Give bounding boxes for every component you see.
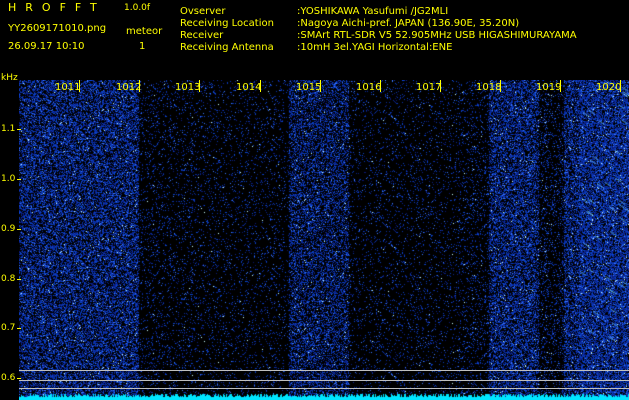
x-tick-label: 1013 [175,82,201,93]
reference-line [19,388,629,389]
x-tick-mark [260,80,261,92]
meteor-count: 1 [139,41,146,52]
y-tick-mark [17,229,21,230]
timestamp: 26.09.17 10:10 [8,41,85,52]
y-tick-label: 0.6 [1,373,16,383]
y-tick-label: 1.1 [1,124,16,134]
x-tick-mark [440,80,441,92]
location-value: :Nagoya Aichi-pref. JAPAN (136.90E, 35.2… [297,18,520,29]
x-tick-mark [139,80,140,92]
spectrogram-canvas [19,80,629,400]
app-tagline: HROFFT [8,1,106,14]
x-tick-mark [620,80,621,92]
x-tick-label: 1011 [55,82,81,93]
x-tick-label: 1012 [116,82,142,93]
receiver-value: :SMArt RTL-SDR V5 52.905MHz USB HIGASHIM… [297,30,577,41]
location-label: Receiving Location [180,18,274,29]
x-tick-mark [199,80,200,92]
y-axis-unit: kHz [1,73,18,83]
app-version: 1.0.0f [124,3,151,13]
x-tick-mark [320,80,321,92]
y-tick-label: 0.8 [1,274,16,284]
x-tick-label: 1020 [596,82,622,93]
x-tick-mark [560,80,561,92]
y-tick-mark [17,129,21,130]
observer-label: Ovserver [180,6,226,17]
x-tick-label: 1015 [296,82,322,93]
x-tick-label: 1014 [236,82,262,93]
y-tick-mark [17,378,21,379]
y-tick-mark [17,279,21,280]
image-filename: YY2609171010.png [8,23,107,34]
y-tick-mark [17,328,21,329]
reference-line [19,370,629,371]
x-tick-mark [500,80,501,92]
x-tick-label: 1016 [356,82,382,93]
x-tick-mark [380,80,381,92]
x-tick-label: 1019 [536,82,562,93]
x-tick-label: 1017 [416,82,442,93]
receiver-label: Receiver [180,30,224,41]
y-tick-mark [17,179,21,180]
observer-value: :YOSHIKAWA Yasufumi /JG2MLI [297,6,449,17]
y-tick-label: 0.7 [1,323,16,333]
hrofft-screen: HROFFT 1.0.0f YY2609171010.png meteor 26… [0,0,629,400]
x-tick-mark [79,80,80,92]
x-tick-label: 1018 [476,82,502,93]
antenna-label: Receiving Antenna [180,42,274,53]
antenna-value: :10mH 3el.YAGI Horizontal:ENE [297,42,453,53]
y-tick-label: 0.9 [1,224,16,234]
meteor-label: meteor [126,26,163,37]
y-tick-label: 1.0 [1,174,16,184]
reference-line [19,380,629,381]
